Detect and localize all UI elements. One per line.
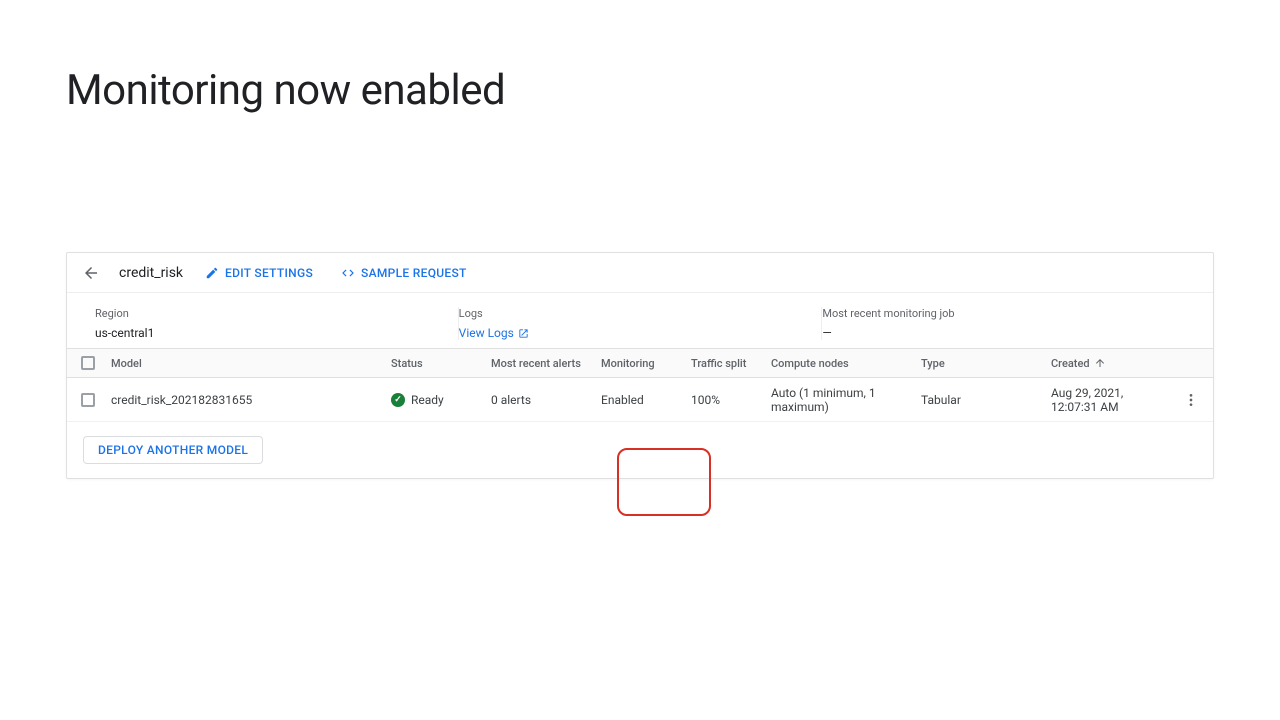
pencil-icon bbox=[205, 266, 219, 280]
col-compute[interactable]: Compute nodes bbox=[771, 357, 921, 370]
row-checkbox[interactable] bbox=[81, 393, 95, 407]
cell-created: Aug 29, 2021, 12:07:31 AM bbox=[1051, 386, 1171, 414]
col-created-label: Created bbox=[1051, 357, 1090, 370]
sample-request-label: SAMPLE REQUEST bbox=[361, 266, 467, 280]
logs-label: Logs bbox=[459, 307, 802, 320]
view-logs-link[interactable]: View Logs bbox=[459, 326, 529, 340]
monjob-label: Most recent monitoring job bbox=[822, 307, 1165, 320]
view-logs-text: View Logs bbox=[459, 326, 514, 340]
col-monitoring[interactable]: Monitoring bbox=[601, 357, 691, 370]
status-ready-icon bbox=[391, 393, 405, 407]
col-created[interactable]: Created bbox=[1051, 357, 1171, 370]
select-all-checkbox[interactable] bbox=[81, 356, 95, 370]
row-more-button[interactable] bbox=[1171, 392, 1211, 408]
col-alerts[interactable]: Most recent alerts bbox=[491, 357, 601, 370]
models-table: Model Status Most recent alerts Monitori… bbox=[67, 348, 1213, 422]
cell-compute: Auto (1 minimum, 1 maximum) bbox=[771, 386, 921, 414]
monjob-block: Most recent monitoring job — bbox=[822, 307, 1185, 340]
col-traffic[interactable]: Traffic split bbox=[691, 357, 771, 370]
region-block: Region us-central1 bbox=[95, 307, 459, 340]
info-row: Region us-central1 Logs View Logs Most r… bbox=[67, 293, 1213, 348]
cell-status: Ready bbox=[391, 393, 491, 407]
back-button[interactable] bbox=[79, 261, 103, 285]
status-text: Ready bbox=[411, 393, 444, 407]
code-icon bbox=[341, 266, 355, 280]
more-vert-icon bbox=[1183, 392, 1199, 408]
endpoint-panel: credit_risk EDIT SETTINGS SAMPLE REQUEST… bbox=[66, 252, 1214, 479]
endpoint-title: credit_risk bbox=[119, 265, 183, 281]
col-type[interactable]: Type bbox=[921, 357, 1051, 370]
page-title: Monitoring now enabled bbox=[0, 0, 1280, 115]
logs-block: Logs View Logs bbox=[459, 307, 823, 340]
region-label: Region bbox=[95, 307, 438, 320]
monitoring-highlight bbox=[617, 448, 711, 516]
col-model[interactable]: Model bbox=[111, 357, 391, 370]
col-status[interactable]: Status bbox=[391, 357, 491, 370]
table-header: Model Status Most recent alerts Monitori… bbox=[67, 348, 1213, 378]
arrow-left-icon bbox=[82, 264, 100, 282]
region-value: us-central1 bbox=[95, 326, 438, 340]
sort-asc-icon bbox=[1094, 357, 1106, 369]
edit-settings-button[interactable]: EDIT SETTINGS bbox=[199, 262, 319, 284]
cell-model: credit_risk_202182831655 bbox=[111, 393, 391, 407]
cell-monitoring: Enabled bbox=[601, 393, 691, 407]
table-row: credit_risk_202182831655 Ready 0 alerts … bbox=[67, 378, 1213, 422]
sample-request-button[interactable]: SAMPLE REQUEST bbox=[335, 262, 473, 284]
monjob-value: — bbox=[822, 326, 1165, 340]
cell-alerts: 0 alerts bbox=[491, 393, 601, 407]
cell-traffic: 100% bbox=[691, 393, 771, 407]
deploy-another-model-button[interactable]: DEPLOY ANOTHER MODEL bbox=[83, 436, 263, 464]
cell-type: Tabular bbox=[921, 393, 1051, 407]
edit-settings-label: EDIT SETTINGS bbox=[225, 266, 313, 280]
open-in-new-icon bbox=[518, 328, 529, 339]
toolbar: credit_risk EDIT SETTINGS SAMPLE REQUEST bbox=[67, 253, 1213, 293]
